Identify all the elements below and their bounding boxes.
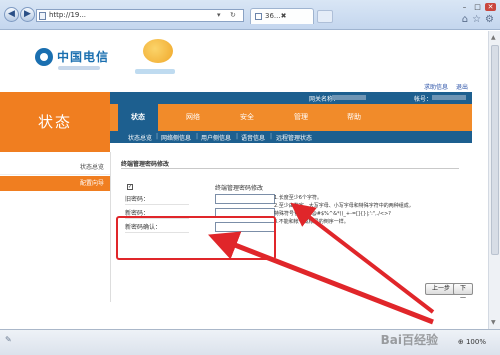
new-tab-button[interactable]: [317, 10, 333, 23]
status-bar: ✎ Bai百经验 ⊕ 100%: [0, 329, 500, 355]
browser-tab[interactable]: 36...✖: [250, 8, 314, 24]
scroll-up-icon[interactable]: ▲: [491, 34, 496, 41]
password-hint: 2.至少由数字、大写字母、小写字母和特殊字符中的两种组成，: [274, 203, 414, 209]
address-dropdown-icon[interactable]: ▾: [217, 11, 221, 19]
next-step-button[interactable]: 下一步: [453, 283, 474, 312]
browser-chrome: ◀ ▶ http://19... ▾ ↻ 36...✖ – □ ✕ ⌂ ☆ ⚙: [0, 0, 500, 30]
menu-security[interactable]: 安全: [227, 112, 267, 122]
menu-network[interactable]: 网络: [173, 112, 213, 122]
refresh-icon[interactable]: ↻: [230, 11, 236, 19]
info-bar: 网关名称： 帐号：: [110, 92, 472, 104]
annotation-highlight-box: [116, 216, 276, 260]
logo-text: 中国电信: [57, 50, 110, 64]
gateway-name-value-blur: [332, 95, 366, 100]
home-icon[interactable]: ⌂: [462, 14, 468, 25]
leftnav-status-overview[interactable]: 状态总览: [0, 160, 110, 175]
logout-link[interactable]: 退出: [456, 82, 468, 91]
submenu-separator: |: [236, 133, 239, 140]
minimize-icon[interactable]: –: [459, 3, 470, 11]
submenu-separator: |: [270, 133, 273, 140]
close-window-icon[interactable]: ✕: [485, 3, 496, 11]
mascot-bird-icon: [143, 39, 173, 63]
submenu-network-info[interactable]: 网络侧信息: [161, 133, 191, 142]
title-divider: [121, 168, 459, 169]
favorites-star-icon[interactable]: ☆: [472, 14, 481, 25]
left-nav: 状态总览 配置向导: [0, 152, 110, 302]
mascot-caption-blur: [135, 69, 175, 74]
password-hint: 3.不能和帐号或帐号的倒序一样。: [274, 219, 349, 225]
section-title: 状态: [0, 92, 110, 152]
address-bar[interactable]: http://19... ▾ ↻: [36, 9, 244, 22]
leftnav-config-wizard[interactable]: 配置向导: [0, 176, 110, 191]
forward-arrow-icon: ▶: [24, 9, 31, 19]
banner: 中国电信 求助信息 退出: [0, 31, 488, 93]
sub-menu: 状态总览 | 网络侧信息 | 用户侧信息 | 语音信息 | 远程管理状态: [110, 131, 472, 143]
scroll-down-icon[interactable]: ▼: [491, 319, 496, 326]
menu-status[interactable]: 状态: [118, 104, 158, 131]
tab-page-icon: [255, 13, 262, 20]
logo-subtext-blur: [58, 66, 100, 70]
maximize-icon[interactable]: □: [472, 3, 483, 11]
submenu-remote-mgmt[interactable]: 远程管理状态: [276, 133, 312, 142]
window-controls: – □ ✕: [459, 3, 496, 11]
back-arrow-icon: ◀: [8, 9, 15, 19]
old-password-label: 旧密码：: [125, 194, 189, 205]
tab-title: 36...✖: [265, 12, 287, 20]
checkbox-label: 终端管理密码修改: [215, 185, 264, 192]
main-menu: 状态 网络 安全 管理 帮助: [110, 104, 472, 131]
account-value-blur: [432, 95, 466, 100]
help-link[interactable]: 求助信息: [424, 82, 448, 91]
zoom-level[interactable]: ⊕ 100%: [458, 338, 486, 346]
browser-toolbar: ⌂ ☆ ⚙: [462, 14, 494, 25]
watermark: Bai百经验: [380, 333, 438, 347]
submenu-voice-info[interactable]: 语音信息: [241, 133, 265, 142]
submenu-separator: |: [196, 133, 199, 140]
submenu-separator: |: [156, 133, 159, 140]
enable-password-change-checkbox[interactable]: ✓: [127, 184, 133, 190]
settings-gear-icon[interactable]: ⚙: [485, 14, 494, 25]
address-url: http://19...: [49, 11, 87, 19]
submenu-status-overview[interactable]: 状态总览: [128, 133, 152, 142]
page-scrollbar[interactable]: ▲ ▼: [488, 31, 500, 329]
form-title: 终端管理密码修改: [121, 161, 170, 168]
forward-button[interactable]: ▶: [20, 7, 35, 22]
back-button[interactable]: ◀: [4, 7, 19, 22]
menu-management[interactable]: 管理: [281, 112, 321, 122]
status-pencil-icon: ✎: [5, 335, 12, 344]
old-password-field[interactable]: [215, 194, 275, 204]
page-footer: [0, 302, 488, 329]
submenu-spacer: [110, 143, 472, 152]
password-hint: 1.长度至少6个字符。: [274, 195, 322, 201]
menu-help[interactable]: 帮助: [334, 112, 374, 122]
scroll-thumb[interactable]: [491, 45, 499, 255]
password-hint: 特殊符号包括 ~!@#$%^&*()_+-=[]{}|;':",./<>?: [274, 211, 391, 217]
account-label: 帐号：: [414, 96, 433, 103]
router-admin-page: 中国电信 求助信息 退出 网关名称： 帐号： 状态 状态 网络 安全 管理 帮助…: [0, 31, 488, 329]
page-icon: [39, 12, 46, 20]
telecom-logo-icon: [35, 48, 53, 66]
submenu-user-info[interactable]: 用户侧信息: [201, 133, 231, 142]
